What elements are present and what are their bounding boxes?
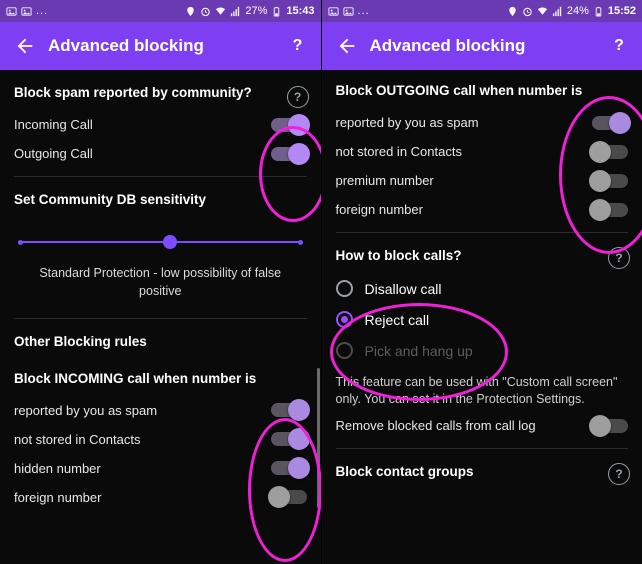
help-button[interactable]: ? xyxy=(285,33,311,59)
row-label: Incoming Call xyxy=(14,117,93,133)
image-icon xyxy=(21,6,32,16)
sensitivity-slider-wrap[interactable] xyxy=(0,217,321,259)
clock-label: 15:43 xyxy=(286,5,315,17)
help-circle-icon[interactable]: ? xyxy=(286,86,309,108)
scrollbar[interactable] xyxy=(316,368,320,508)
settings-list-left[interactable]: Block spam reported by community? ? Inco… xyxy=(0,70,321,564)
row-label: not stored in Contacts xyxy=(335,144,462,160)
page-title: Advanced blocking xyxy=(369,36,526,55)
alarm-icon xyxy=(523,7,532,16)
signal-icon xyxy=(552,6,561,16)
location-icon xyxy=(509,6,516,16)
section-heading-block-incoming: Block INCOMING call when number is xyxy=(14,370,257,386)
radio-button[interactable] xyxy=(335,311,353,329)
row-label: hidden number xyxy=(14,460,101,476)
image-icon xyxy=(6,6,17,16)
left-phone-screenshot: ... 27% 15:43 Advanced blocking ? Block … xyxy=(0,0,322,564)
toggle-outgoing-call[interactable] xyxy=(270,142,310,165)
section-heading-how-to-block: How to block calls? xyxy=(335,248,462,264)
section-heading-db-sensitivity: Set Community DB sensitivity xyxy=(14,192,207,208)
page-title: Advanced blocking xyxy=(48,36,204,55)
screenshot-root: ... 27% 15:43 Advanced blocking ? Block … xyxy=(0,0,642,564)
toggle-incoming-call[interactable] xyxy=(270,113,310,136)
clock-label: 15:52 xyxy=(607,5,636,17)
row-label: premium number xyxy=(335,173,434,189)
radio-label: Pick and hang up xyxy=(364,342,473,359)
help-circle-icon[interactable]: ? xyxy=(608,247,630,270)
toggle-incoming-reported-spam[interactable] xyxy=(270,399,310,422)
arrow-back-icon[interactable] xyxy=(332,31,362,61)
radio-disallow-call[interactable]: Disallow call xyxy=(322,273,642,304)
toggle-outgoing-reported-spam[interactable] xyxy=(592,111,631,134)
battery-icon xyxy=(274,6,280,17)
settings-list-right[interactable]: Block OUTGOING call when number is repor… xyxy=(321,70,642,564)
row-incoming-reported-spam[interactable]: reported by you as spam xyxy=(0,396,321,425)
row-label: Outgoing Call xyxy=(14,146,93,162)
row-outgoing-call[interactable]: Outgoing Call xyxy=(0,139,321,168)
row-incoming-foreign-number[interactable]: foreign number xyxy=(0,483,321,512)
row-label: reported by you as spam xyxy=(335,115,479,131)
toggle-outgoing-not-in-contacts[interactable] xyxy=(589,140,628,163)
radio-label: Disallow call xyxy=(364,280,442,297)
toggle-incoming-not-in-contacts[interactable] xyxy=(270,428,310,451)
help-button[interactable]: ? xyxy=(606,33,632,59)
row-outgoing-premium-number[interactable]: premium number xyxy=(322,166,642,195)
status-bar-left: ... 27% 15:43 xyxy=(0,0,321,22)
section-heading-block-outgoing: Block OUTGOING call when number is xyxy=(335,83,583,98)
toggle-remove-blocked-calls[interactable] xyxy=(589,414,628,437)
status-bar-right: ... 24% 15:52 xyxy=(321,0,642,22)
right-phone-screenshot: ... 24% 15:52 Advanced blocking ? Block … xyxy=(321,0,642,564)
row-label: Remove blocked calls from call log xyxy=(335,418,536,434)
row-incoming-call[interactable]: Incoming Call xyxy=(0,110,321,139)
sensitivity-slider[interactable] xyxy=(18,235,303,250)
radio-button xyxy=(335,342,353,360)
row-remove-blocked-calls[interactable]: Remove blocked calls from call log xyxy=(322,414,642,440)
location-icon xyxy=(187,6,195,16)
row-incoming-hidden-number[interactable]: hidden number xyxy=(0,454,321,483)
help-circle-icon[interactable]: ? xyxy=(608,463,630,486)
radio-label: Reject call xyxy=(364,311,430,328)
wifi-icon xyxy=(216,6,226,15)
row-outgoing-not-in-contacts[interactable]: not stored in Contacts xyxy=(322,137,642,166)
wifi-icon xyxy=(537,6,547,15)
toggle-outgoing-premium-number[interactable] xyxy=(589,169,628,192)
row-outgoing-reported-spam[interactable]: reported by you as spam xyxy=(322,108,642,137)
section-heading-block-spam: Block spam reported by community? xyxy=(14,85,252,100)
sensitivity-caption: Standard Protection - low possibility of… xyxy=(39,266,282,298)
radio-button[interactable] xyxy=(335,280,353,298)
toggle-incoming-foreign-number[interactable] xyxy=(267,486,307,509)
app-bar-left: Advanced blocking ? xyxy=(0,22,321,70)
battery-percent-label: 27% xyxy=(245,5,268,17)
slider-thumb[interactable] xyxy=(163,235,178,250)
signal-icon xyxy=(231,6,240,16)
alarm-icon xyxy=(201,7,211,16)
battery-icon xyxy=(595,6,602,17)
row-label: foreign number xyxy=(14,489,102,505)
overflow-dots-icon: ... xyxy=(357,5,370,17)
section-heading-other-rules: Other Blocking rules xyxy=(14,334,147,350)
section-heading-block-contact-groups: Block contact groups xyxy=(335,464,474,480)
radio-pick-and-hang-up: Pick and hang up xyxy=(322,335,642,366)
image-icon xyxy=(327,6,339,16)
row-label: reported by you as spam xyxy=(14,402,158,418)
overflow-dots-icon: ... xyxy=(36,5,49,17)
toggle-outgoing-foreign-number[interactable] xyxy=(589,198,628,221)
row-incoming-not-in-contacts[interactable]: not stored in Contacts xyxy=(0,425,321,454)
row-outgoing-foreign-number[interactable]: foreign number xyxy=(322,195,642,224)
toggle-incoming-hidden-number[interactable] xyxy=(270,457,310,480)
image-icon xyxy=(342,6,354,16)
arrow-back-icon[interactable] xyxy=(10,31,40,61)
app-bar-right: Advanced blocking ? xyxy=(321,22,642,70)
radio-reject-call[interactable]: Reject call xyxy=(322,304,642,335)
battery-percent-label: 24% xyxy=(566,5,589,17)
row-label: foreign number xyxy=(335,202,423,218)
custom-call-screen-note: This feature can be used with "Custom ca… xyxy=(335,375,618,407)
row-label: not stored in Contacts xyxy=(14,431,141,447)
